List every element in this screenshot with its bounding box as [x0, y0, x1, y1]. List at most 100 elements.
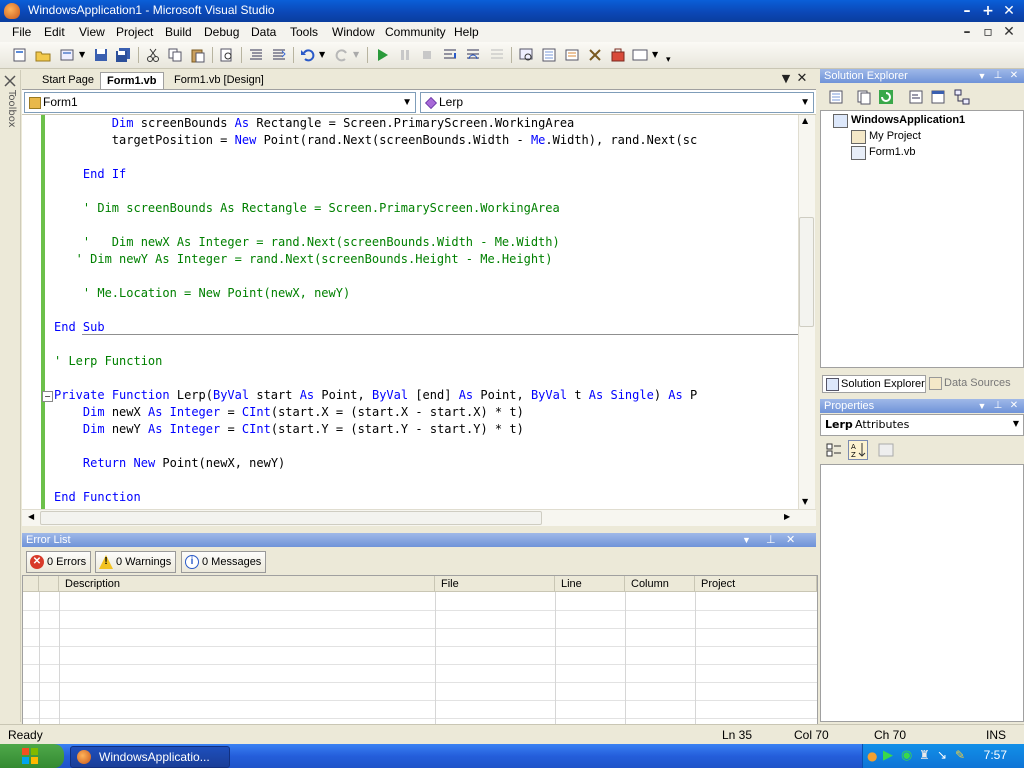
properties-title-bar[interactable]: Properties ▼ ⊥ ✕ — [820, 399, 1024, 413]
step-over-icon[interactable] — [465, 47, 481, 63]
redo-icon[interactable] — [334, 47, 350, 63]
tab-start-page[interactable]: Start Page — [36, 72, 100, 88]
tab-data-sources[interactable]: Data Sources — [926, 375, 1011, 391]
scroll-left-icon[interactable]: ◀ — [28, 512, 34, 521]
undo-icon[interactable] — [300, 47, 316, 63]
tray-arrow-icon[interactable]: ↘ — [937, 748, 947, 762]
properties-object-combo[interactable]: Lerp Attributes ▼ — [820, 414, 1024, 436]
menu-data[interactable]: Data — [251, 25, 276, 39]
code-editor[interactable]: Dim screenBounds As Rectangle = Screen.P… — [22, 115, 798, 509]
tray-green-icon[interactable]: ◉ — [901, 748, 912, 763]
view-designer-icon[interactable] — [930, 89, 946, 105]
menu-file[interactable]: File — [12, 25, 31, 39]
code-line[interactable]: End If — [54, 167, 126, 181]
code-line[interactable]: End Sub — [54, 320, 105, 334]
errors-filter-button[interactable]: ✕ 0 Errors — [26, 551, 92, 573]
tray-tools-icon[interactable]: ✎ — [955, 748, 965, 762]
column-header-description[interactable]: Description — [59, 576, 435, 592]
table-row[interactable] — [23, 647, 817, 665]
tree-item-project[interactable]: WindowsApplication1 — [851, 113, 965, 127]
chevron-down-icon[interactable]: ▼ — [800, 93, 810, 112]
tray-network-icon[interactable]: ♜ — [919, 748, 930, 762]
column-header-order[interactable] — [39, 576, 59, 592]
property-pages-icon[interactable] — [878, 442, 894, 458]
editor-horizontal-scroll-thumb[interactable] — [40, 511, 542, 525]
refresh-icon[interactable] — [878, 89, 894, 105]
column-header-column[interactable]: Column — [625, 576, 695, 592]
menu-build[interactable]: Build — [165, 25, 192, 39]
minimize-button[interactable]: – — [959, 3, 975, 19]
stop-debugging-icon[interactable] — [419, 47, 435, 63]
toolbox-label[interactable]: Toolbox — [3, 90, 17, 128]
menu-tools[interactable]: Tools — [290, 25, 318, 39]
toolbox-icon[interactable] — [610, 47, 626, 63]
code-comment-line[interactable]: ' Dim newX As Integer = rand.Next(screen… — [54, 235, 560, 249]
tree-item-my-project[interactable]: My Project — [869, 129, 921, 143]
tab-form1-design[interactable]: Form1.vb [Design] — [168, 72, 270, 88]
close-button[interactable]: ✕ — [1001, 3, 1017, 19]
solution-explorer-title-bar[interactable]: Solution Explorer ▼ ⊥ ✕ — [820, 69, 1024, 83]
step-into-icon[interactable] — [442, 47, 458, 63]
editor-vertical-scroll-thumb[interactable] — [799, 217, 814, 327]
start-debugging-icon[interactable] — [374, 47, 390, 63]
code-line[interactable]: Return New Point(newX, newY) — [54, 456, 285, 470]
menu-edit[interactable]: Edit — [44, 25, 65, 39]
code-line[interactable]: Dim screenBounds As Rectangle = Screen.P… — [54, 116, 575, 130]
auto-hide-pin-icon[interactable]: ⊥ — [766, 533, 776, 547]
solution-tree[interactable]: WindowsApplication1 My Project Form1.vb — [820, 110, 1024, 368]
error-list-title-bar[interactable]: Error List ▼ ⊥ ✕ — [22, 533, 816, 547]
tab-form1-vb[interactable]: Form1.vb — [100, 72, 164, 89]
open-file-icon[interactable] — [35, 47, 51, 63]
properties-window-icon[interactable] — [564, 47, 580, 63]
column-header-project[interactable]: Project — [695, 576, 817, 592]
warnings-filter-button[interactable]: ! 0 Warnings — [95, 551, 177, 573]
find-icon[interactable] — [219, 47, 235, 63]
chevron-down-icon[interactable]: ▼ — [402, 93, 412, 112]
close-panel-icon[interactable]: ✕ — [1008, 69, 1020, 83]
scroll-up-icon[interactable]: ▲ — [802, 116, 808, 125]
table-row[interactable] — [23, 611, 817, 629]
menu-community[interactable]: Community — [385, 25, 446, 39]
close-panel-icon[interactable]: ✕ — [786, 533, 795, 547]
undo-dropdown-icon[interactable]: ▼ — [319, 47, 335, 63]
menu-view[interactable]: View — [79, 25, 105, 39]
error-list-grid[interactable]: Description File Line Column Project — [22, 575, 818, 725]
auto-hide-pin-icon[interactable]: ⊥ — [992, 69, 1004, 83]
table-row[interactable] — [23, 683, 817, 701]
chevron-down-icon[interactable]: ▼ — [1013, 419, 1019, 428]
start-button[interactable] — [0, 744, 64, 768]
code-comment-line[interactable]: ' Me.Location = New Point(newX, newY) — [54, 286, 350, 300]
scroll-down-icon[interactable]: ▼ — [802, 497, 808, 506]
tree-item-form1-vb[interactable]: Form1.vb — [869, 145, 915, 159]
properties-icon[interactable] — [828, 89, 844, 105]
scroll-right-icon[interactable]: ▶ — [784, 512, 790, 521]
window-position-icon[interactable]: ▼ — [976, 399, 988, 413]
object-browser-icon[interactable] — [587, 47, 603, 63]
active-files-dropdown-icon[interactable]: ▼ — [778, 71, 794, 87]
code-line[interactable]: Dim newY As Integer = CInt(start.Y = (st… — [54, 422, 524, 436]
save-all-icon[interactable] — [115, 47, 131, 63]
messages-filter-button[interactable]: i0 Messages — [181, 551, 267, 573]
class-diagram-icon[interactable] — [954, 89, 970, 105]
table-row[interactable] — [23, 593, 817, 611]
copy-icon[interactable] — [167, 47, 183, 63]
code-line[interactable]: Private Function Lerp(ByVal start As Poi… — [54, 388, 697, 402]
table-row[interactable] — [23, 629, 817, 647]
code-comment-line[interactable]: ' Lerp Function — [54, 354, 162, 368]
command-window-icon[interactable] — [632, 47, 648, 63]
code-line[interactable]: targetPosition = New Point(rand.Next(scr… — [54, 133, 697, 147]
doc-close-button[interactable]: ✕ — [1001, 24, 1017, 40]
code-comment-line[interactable]: ' Dim newY As Integer = rand.Next(screen… — [54, 252, 553, 266]
find-in-files-icon[interactable] — [518, 47, 534, 63]
taskbar-item-visual-studio[interactable]: WindowsApplicatio... — [70, 746, 230, 768]
window-position-icon[interactable]: ▼ — [976, 69, 988, 83]
maximize-button[interactable]: + — [980, 3, 996, 19]
toolbox-tool-icon[interactable] — [3, 74, 17, 88]
uncomment-lines-icon[interactable] — [271, 47, 287, 63]
toolbar-options-icon[interactable]: ▾ — [666, 52, 682, 68]
column-header-file[interactable]: File — [435, 576, 555, 592]
menu-debug[interactable]: Debug — [204, 25, 239, 39]
cut-icon[interactable] — [145, 47, 161, 63]
visual-studio-app-icon[interactable] — [4, 3, 20, 19]
save-icon[interactable] — [93, 47, 109, 63]
